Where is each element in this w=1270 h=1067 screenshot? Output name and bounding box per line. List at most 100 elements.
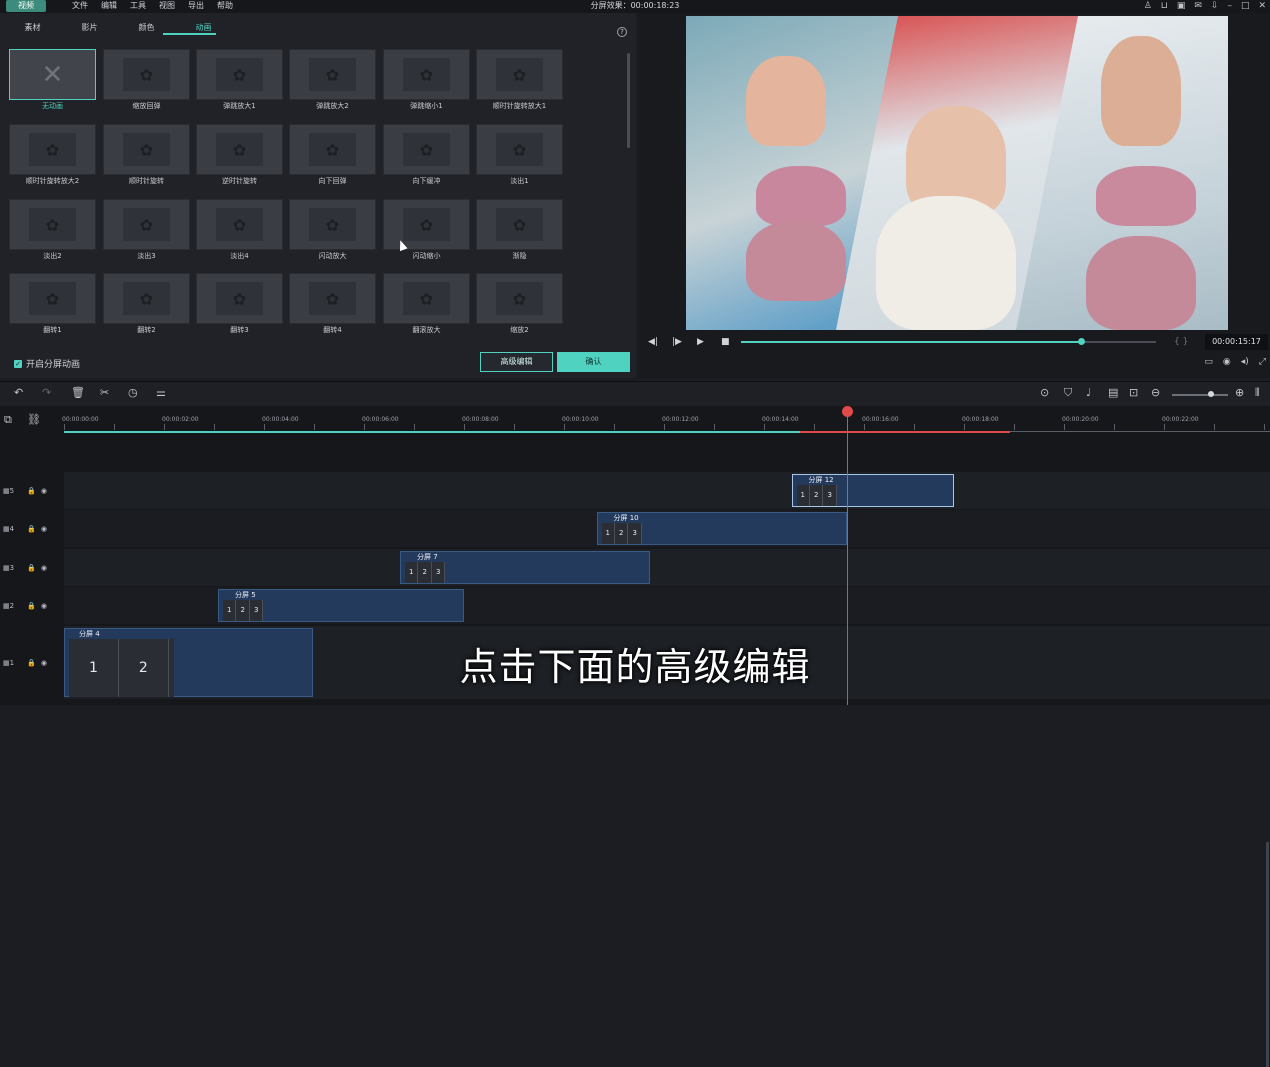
animation-thumbnail[interactable]: ✿: [383, 124, 470, 175]
eye-icon[interactable]: ◉: [41, 564, 47, 572]
animation-thumbnail[interactable]: ✿: [289, 199, 376, 250]
prev-frame-icon[interactable]: ◀|: [648, 334, 658, 350]
animation-tile[interactable]: ✿ 顺时针旋转放大2: [9, 124, 96, 199]
close-icon[interactable]: ✕: [1258, 0, 1266, 12]
zoom-in-icon[interactable]: ⊕: [1235, 386, 1244, 400]
animation-tile[interactable]: ✿ 缩放回弹: [103, 49, 190, 124]
mixer-icon[interactable]: ▤: [1108, 386, 1118, 400]
progress-handle[interactable]: [1078, 338, 1086, 345]
animation-tile[interactable]: ✿ 向下缓冲: [383, 124, 470, 199]
user-icon[interactable]: ♙: [1144, 0, 1152, 12]
animation-thumbnail[interactable]: ✿: [476, 199, 563, 250]
animation-thumbnail[interactable]: ✿: [383, 49, 470, 100]
snapshot-icon[interactable]: ◉: [1223, 357, 1231, 367]
animation-tile[interactable]: ✿ 渐隐: [476, 199, 563, 274]
animation-thumbnail[interactable]: ✿: [476, 49, 563, 100]
animation-tile[interactable]: ✕ 无动画: [9, 49, 96, 124]
adjust-icon[interactable]: ⚌: [156, 386, 166, 400]
animation-tile[interactable]: ✿ 翻转4: [289, 273, 376, 344]
download-icon[interactable]: ⇩: [1211, 0, 1219, 12]
animation-thumbnail[interactable]: ✿: [476, 273, 563, 324]
cut-icon[interactable]: ✂: [100, 386, 109, 400]
animation-thumbnail[interactable]: ✿: [103, 273, 190, 324]
animation-tile[interactable]: ✿ 闪动放大: [289, 199, 376, 274]
animation-thumbnail[interactable]: ✿: [289, 49, 376, 100]
tab-material[interactable]: 素材: [6, 13, 59, 37]
stop-icon[interactable]: ■: [721, 334, 730, 350]
advanced-edit-button[interactable]: 高级编辑: [480, 352, 553, 372]
animation-thumbnail[interactable]: ✿: [103, 199, 190, 250]
save-icon[interactable]: ▣: [1177, 0, 1186, 12]
tab-movie[interactable]: 影片: [63, 13, 116, 37]
work-area-bar[interactable]: [64, 431, 800, 433]
eye-icon[interactable]: ◉: [41, 487, 47, 495]
undo-icon[interactable]: ↶: [14, 386, 23, 400]
animation-tile[interactable]: ✿ 翻转3: [196, 273, 283, 344]
animation-tile[interactable]: ✿ 弹跳放大2: [289, 49, 376, 124]
animation-tile[interactable]: ✿ 淡出1: [476, 124, 563, 199]
animation-thumbnail[interactable]: ✿: [103, 49, 190, 100]
lock-icon[interactable]: 🔒: [27, 602, 36, 610]
animation-thumbnail[interactable]: ✿: [289, 273, 376, 324]
step-icon[interactable]: |▶: [672, 334, 682, 350]
animation-thumbnail[interactable]: ✿: [103, 124, 190, 175]
fit-icon[interactable]: ⊡: [1129, 386, 1138, 400]
zoom-handle[interactable]: [1208, 391, 1214, 397]
time-ruler[interactable]: 00:00:00:00 00:00:02:00 00:00:04:00 00:00:0…: [62, 406, 1270, 434]
animation-tile[interactable]: ✿ 淡出2: [9, 199, 96, 274]
grid-scrollbar[interactable]: [627, 53, 630, 148]
lock-icon[interactable]: 🔒: [27, 564, 36, 572]
redo-icon[interactable]: ↷: [42, 386, 51, 400]
animation-tile[interactable]: ✿ 淡出4: [196, 199, 283, 274]
delete-icon[interactable]: 🗑: [71, 386, 85, 400]
confirm-button[interactable]: 确认: [557, 352, 630, 372]
split-screen-clip[interactable]: 分屏 10 1 2 3: [596, 512, 847, 545]
play-icon[interactable]: ▶: [697, 334, 704, 350]
animation-tile[interactable]: ✿ 弹跳缩小1: [383, 49, 470, 124]
shield-icon[interactable]: ⛉: [1064, 386, 1072, 400]
render-icon[interactable]: ⊙: [1040, 386, 1049, 400]
animation-thumbnail[interactable]: ✿: [196, 199, 283, 250]
animation-thumbnail[interactable]: ✿: [289, 124, 376, 175]
help-icon[interactable]: ?: [617, 27, 627, 37]
cart-icon[interactable]: ⊔: [1161, 0, 1168, 12]
fullscreen-icon[interactable]: ⤢: [1259, 357, 1266, 367]
animation-thumbnail[interactable]: ✿: [9, 199, 96, 250]
animation-tile[interactable]: ✿ 缩放2: [476, 273, 563, 344]
animation-thumbnail[interactable]: ✕: [9, 49, 96, 100]
split-animation-toggle[interactable]: ✓ 开启分屏动画: [14, 357, 80, 370]
animation-tile[interactable]: ✿ 翻滚放大: [383, 273, 470, 344]
animation-tile[interactable]: ✿ 淡出3: [103, 199, 190, 274]
timeline-scrollbar[interactable]: [1266, 842, 1269, 1067]
zoom-slider[interactable]: [1172, 394, 1228, 396]
track-lane[interactable]: [64, 549, 1270, 586]
split-screen-clip[interactable]: 分屏 12 1 2 3: [791, 474, 954, 507]
minimize-icon[interactable]: –: [1227, 0, 1232, 12]
lock-icon[interactable]: 🔒: [27, 525, 36, 533]
animation-tile[interactable]: ✿ 闪动缩小: [383, 199, 470, 274]
animation-thumbnail[interactable]: ✿: [9, 124, 96, 175]
mic-icon[interactable]: ♩: [1086, 386, 1091, 400]
zoom-out-icon[interactable]: ⊖: [1151, 386, 1160, 400]
mark-brackets[interactable]: { }: [1174, 334, 1188, 350]
animation-tile[interactable]: ✿ 向下回弹: [289, 124, 376, 199]
volume-icon[interactable]: ◂): [1241, 357, 1249, 367]
speed-icon[interactable]: ◷: [128, 386, 138, 400]
mail-icon[interactable]: ✉: [1194, 0, 1202, 12]
animation-thumbnail[interactable]: ✿: [196, 273, 283, 324]
split-screen-clip[interactable]: 分屏 5123: [218, 589, 464, 622]
animation-tile[interactable]: ✿ 顺时针旋转: [103, 124, 190, 199]
eye-icon[interactable]: ◉: [41, 602, 47, 610]
animation-thumbnail[interactable]: ✿: [9, 273, 96, 324]
animation-tile[interactable]: ✿ 逆时针旋转: [196, 124, 283, 199]
checkbox-icon[interactable]: ✓: [14, 359, 22, 368]
more-icon[interactable]: ⫴: [1255, 386, 1260, 400]
animation-tile[interactable]: ✿ 弹跳放大1: [196, 49, 283, 124]
animation-thumbnail[interactable]: ✿: [383, 273, 470, 324]
track-lane[interactable]: [64, 472, 1270, 509]
add-track-icon[interactable]: ⧉: [4, 413, 12, 427]
playback-progress[interactable]: [741, 338, 1156, 345]
split-screen-clip[interactable]: 分屏 7123: [400, 551, 650, 584]
animation-tile[interactable]: ✿ 翻转1: [9, 273, 96, 344]
animation-thumbnail[interactable]: ✿: [196, 124, 283, 175]
